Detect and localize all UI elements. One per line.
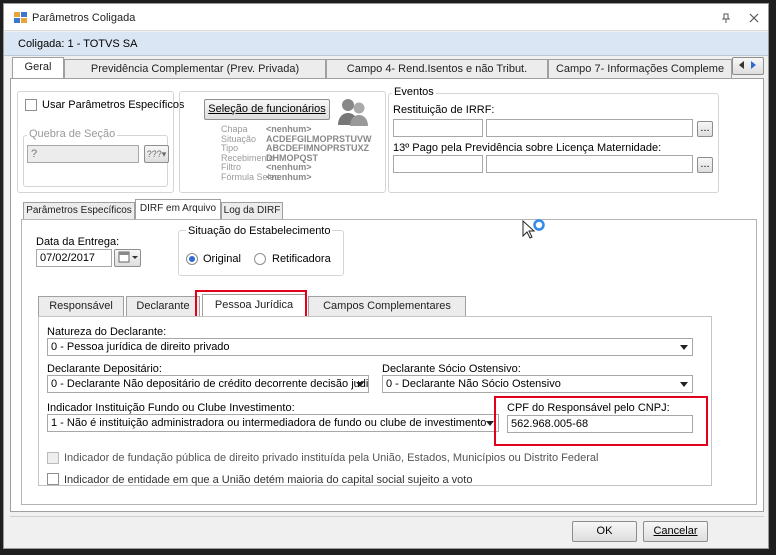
- usar-parametros-label: Usar Parâmetros Específicos: [42, 99, 185, 111]
- coligada-bar: Coligada: 1 - TOTVS SA: [4, 32, 768, 56]
- tab-label: Parâmetros Específicos: [26, 205, 132, 216]
- highlight-cpf: [494, 396, 708, 446]
- pago-label: 13º Pago pela Previdência sobre Licença …: [393, 142, 662, 154]
- pago-desc-input[interactable]: [486, 155, 693, 173]
- socio-value: 0 - Declarante Não Sócio Ostensivo: [386, 378, 561, 390]
- tab-label: DIRF em Arquivo: [139, 203, 217, 214]
- tab-label: Previdência Complementar (Prev. Privada): [90, 63, 300, 75]
- pin-icon[interactable]: [721, 13, 731, 23]
- ok-label: OK: [596, 525, 613, 537]
- depositario-value: 0 - Declarante Não depositário de crédit…: [51, 378, 369, 390]
- users-icon: [338, 99, 368, 126]
- calendar-button[interactable]: [114, 249, 141, 267]
- irrf-code-input[interactable]: [393, 119, 483, 137]
- eventos-legend: Eventos: [392, 86, 436, 98]
- original-radio[interactable]: [186, 253, 198, 265]
- window-title: Parâmetros Coligada: [32, 12, 136, 24]
- tab-campos-complementares[interactable]: Campos Complementares: [308, 296, 466, 316]
- selecao-label: Seleção de funcionários: [208, 103, 326, 115]
- pago-lookup-button[interactable]: ...: [697, 157, 713, 173]
- data-entrega-input[interactable]: 07/02/2017: [36, 249, 112, 267]
- fundacao-checkbox[interactable]: [47, 452, 59, 464]
- depositario-select[interactable]: 0 - Declarante Não depositário de crédit…: [47, 375, 369, 393]
- quebra-input[interactable]: ?: [27, 145, 139, 163]
- entidade-label: Indicador de entidade em que a União det…: [64, 474, 473, 486]
- tab-parametros-especificos[interactable]: Parâmetros Específicos: [23, 202, 135, 219]
- entidade-checkbox[interactable]: [47, 473, 59, 485]
- retificadora-label: Retificadora: [272, 253, 331, 265]
- situacao-legend: Situação do Estabelecimento: [186, 225, 333, 237]
- tab-label: Declarante: [136, 300, 190, 312]
- tab-scroll-arrows-icon: [739, 61, 756, 69]
- irrf-label: Restituição de IRRF:: [393, 104, 495, 116]
- ok-button[interactable]: OK: [572, 521, 637, 542]
- irrf-lookup-button[interactable]: ...: [697, 121, 713, 137]
- indicador-value: 1 - Não é instituição administradora ou …: [51, 417, 487, 429]
- chevron-down-icon: [486, 421, 494, 426]
- cancel-button[interactable]: Cancelar: [643, 521, 708, 542]
- close-icon[interactable]: [749, 13, 759, 23]
- fundacao-label: Indicador de fundação pública de direito…: [64, 452, 599, 464]
- indicador-select[interactable]: 1 - Não é instituição administradora ou …: [47, 414, 499, 432]
- selecao-funcionarios-button[interactable]: Seleção de funcionários: [204, 99, 330, 120]
- tab-log-dirf[interactable]: Log da DIRF: [221, 202, 283, 219]
- chevron-down-icon: [680, 382, 688, 387]
- pago-code-input[interactable]: [393, 155, 483, 173]
- socio-select[interactable]: 0 - Declarante Não Sócio Ostensivo: [382, 375, 693, 393]
- tab-label: Geral: [24, 61, 52, 73]
- tab-label: Campo 7- Informações Compleme: [555, 63, 725, 75]
- natureza-label: Natureza do Declarante:: [47, 326, 167, 338]
- calendar-icon: [118, 251, 138, 263]
- tab-previdencia[interactable]: Previdência Complementar (Prev. Privada): [64, 59, 326, 79]
- lookup-text: ???: [146, 149, 162, 159]
- geral-panel: Usar Parâmetros Específicos Quebra de Se…: [10, 78, 764, 512]
- chevron-down-icon: [356, 382, 364, 387]
- data-entrega-label: Data da Entrega:: [36, 236, 120, 248]
- natureza-value: 0 - Pessoa jurídica de direito privado: [51, 341, 230, 353]
- tab-geral[interactable]: Geral: [12, 57, 64, 79]
- info-value: <nenhum>: [266, 171, 312, 182]
- retificadora-radio[interactable]: [254, 253, 266, 265]
- selecao-info-values: <nenhum> ACDEFGILMOPRSTUVW ABCDEFIMNOPRS…: [266, 124, 372, 183]
- tab-campo7[interactable]: Campo 7- Informações Compleme: [548, 59, 732, 79]
- natureza-select[interactable]: 0 - Pessoa jurídica de direito privado: [47, 338, 693, 356]
- dialog-window: Parâmetros Coligada Coligada: 1 - TOTVS …: [3, 3, 769, 549]
- tab-dirf-arquivo[interactable]: DIRF em Arquivo: [135, 199, 221, 219]
- quebra-lookup-button[interactable]: ???▾: [144, 145, 169, 163]
- tab-scroll-buttons[interactable]: [732, 57, 764, 75]
- cancel-label: Cancelar: [653, 525, 698, 537]
- irrf-desc-input[interactable]: [486, 119, 693, 137]
- depositario-label: Declarante Depositário:: [47, 363, 162, 375]
- usar-parametros-checkbox[interactable]: [25, 99, 37, 111]
- tab-campo4[interactable]: Campo 4- Rend.Isentos e não Tribut.: [326, 59, 548, 79]
- title-bar: Parâmetros Coligada: [4, 4, 768, 31]
- app-icon: [14, 12, 27, 23]
- socio-label: Declarante Sócio Ostensivo:: [382, 363, 521, 375]
- coligada-label: Coligada: 1 - TOTVS SA: [18, 38, 138, 50]
- tab-label: Campos Complementares: [323, 300, 451, 312]
- tab-label: Campo 4- Rend.Isentos e não Tribut.: [346, 63, 528, 75]
- tab-declarante[interactable]: Declarante: [126, 296, 200, 316]
- tab-responsavel[interactable]: Responsável: [38, 296, 124, 316]
- chevron-down-icon: [680, 345, 688, 350]
- original-label: Original: [203, 253, 241, 265]
- tab-label: Log da DIRF: [223, 205, 281, 216]
- indicador-label: Indicador Instituição Fundo ou Clube Inv…: [47, 402, 295, 414]
- quebra-legend: Quebra de Seção: [27, 128, 118, 140]
- tab-label: Responsável: [49, 300, 113, 312]
- dirf-panel: Data da Entrega: 07/02/2017 Situação do …: [21, 219, 757, 505]
- busy-cursor-icon: [522, 219, 545, 239]
